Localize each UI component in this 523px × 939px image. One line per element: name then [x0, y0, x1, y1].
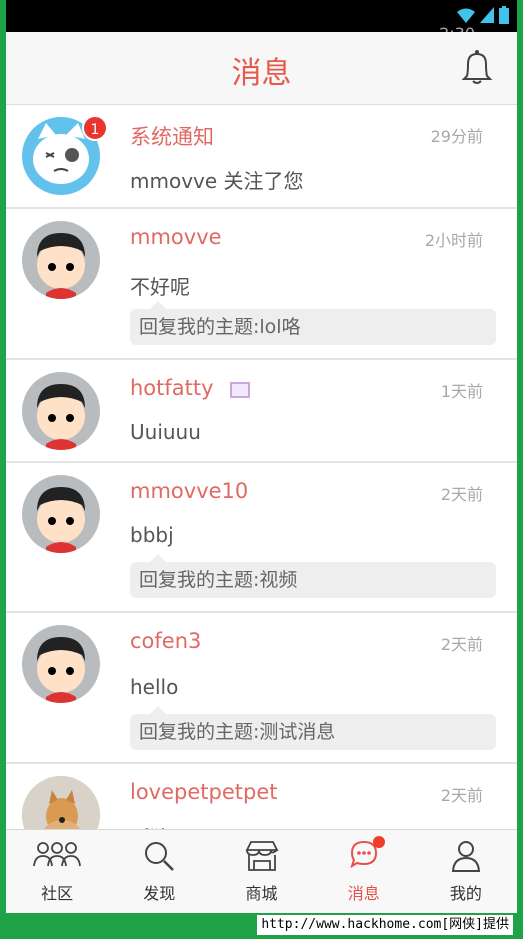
- status-bar: 2:30: [6, 0, 517, 43]
- message-text: mmovve 关注了您: [130, 169, 304, 193]
- tab-profile[interactable]: 我的: [415, 830, 517, 913]
- list-item[interactable]: 1 系统通知 29分前 mmovve 关注了您: [6, 105, 517, 209]
- sender-name: hotfatty: [130, 376, 214, 400]
- reply-quote: 回复我的主题:lol咯: [130, 301, 496, 345]
- watermark-bar: http://www.hackhome.com[网侠]提供: [0, 913, 523, 939]
- header: 消息: [6, 32, 517, 105]
- tab-label: 我的: [449, 884, 482, 903]
- user-avatar-icon: [37, 637, 85, 703]
- message-time: 29分前: [430, 127, 483, 146]
- message-text: bbbj: [130, 523, 174, 547]
- message-text: hello: [130, 675, 179, 699]
- message-text: Uuiuuu: [130, 420, 201, 444]
- list-item[interactable]: cofen3 2天前 hello 回复我的主题:测试消息: [6, 613, 517, 764]
- tab-label: 商城: [245, 884, 278, 903]
- list-item[interactable]: mmovve10 2天前 bbbj 回复我的主题:视频: [6, 463, 517, 613]
- reply-quote: 回复我的主题:测试消息: [130, 706, 496, 750]
- sender-name: cofen3: [130, 629, 202, 653]
- profile-icon: [451, 841, 480, 872]
- tab-discover[interactable]: 发现: [108, 830, 210, 913]
- search-icon: [145, 842, 175, 871]
- sender-name: mmovve: [130, 225, 222, 249]
- sender-name: lovepetpetpet: [130, 780, 278, 804]
- tab-community[interactable]: 社区: [6, 830, 108, 913]
- message-time: 2天前: [440, 485, 483, 504]
- phone-screen: 2:30 消息 1 系统通知 29分前: [6, 0, 517, 913]
- reply-quote: 回复我的主题:视频: [130, 554, 496, 598]
- avatar: [22, 475, 100, 553]
- message-time: 1天前: [440, 382, 483, 401]
- page-title: 消息: [231, 56, 292, 91]
- signal-icon: [480, 7, 494, 23]
- message-list[interactable]: 1 系统通知 29分前 mmovve 关注了您 mmovve 2小时前 不好呢 …: [6, 105, 517, 884]
- message-time: 2小时前: [424, 231, 483, 250]
- avatar: [22, 221, 100, 299]
- store-icon: [245, 841, 278, 871]
- list-item[interactable]: hotfatty 1天前 Uuiuuu: [6, 360, 517, 463]
- tab-label: 发现: [143, 884, 176, 903]
- tab-messages[interactable]: 消息: [313, 830, 415, 913]
- message-time: 2天前: [440, 635, 483, 654]
- list-item[interactable]: mmovve 2小时前 不好呢 回复我的主题:lol咯: [6, 209, 517, 360]
- bell-icon[interactable]: [459, 48, 495, 86]
- user-avatar-icon: [37, 233, 85, 299]
- notification-dot: [372, 836, 385, 848]
- user-avatar-icon: [37, 487, 85, 553]
- battery-icon: [499, 6, 509, 24]
- mail-icon: [230, 382, 250, 398]
- avatar: [22, 372, 100, 450]
- avatar: [22, 625, 100, 703]
- tab-label: 社区: [41, 884, 74, 903]
- community-icon: [33, 842, 81, 867]
- unread-badge: 1: [82, 115, 108, 141]
- watermark-credit: http://www.hackhome.com[网侠]提供: [257, 915, 513, 935]
- message-text: 不好呢: [130, 275, 190, 299]
- wifi-icon: [457, 8, 475, 23]
- tab-label: 消息: [347, 884, 380, 903]
- message-time: 2天前: [440, 786, 483, 805]
- user-avatar-icon: [37, 384, 85, 450]
- tab-bar: 社区 发现 商城 消息 我的: [6, 829, 517, 913]
- sender-name: mmovve10: [130, 479, 249, 503]
- sender-name: 系统通知: [130, 125, 214, 149]
- tab-store[interactable]: 商城: [210, 830, 312, 913]
- message-tab-icon-wrap: [349, 836, 385, 869]
